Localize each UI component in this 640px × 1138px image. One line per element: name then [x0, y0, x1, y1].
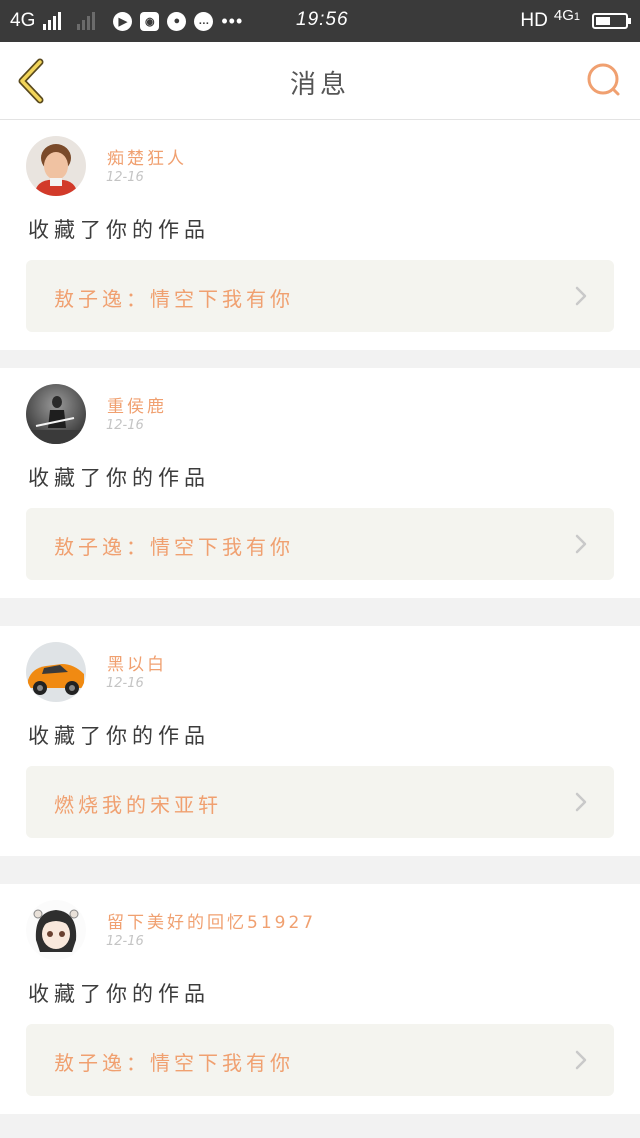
work-link[interactable]: 敖子逸：情空下我有你 — [26, 260, 614, 332]
username[interactable]: 重侯鹿 — [107, 392, 167, 417]
message-date: 12-16 — [106, 934, 144, 949]
chevron-right-icon — [575, 1050, 587, 1070]
battery-icon — [592, 13, 631, 29]
action-text: 收藏了你的作品 — [28, 982, 210, 1006]
anime-avatar-icon — [26, 900, 86, 960]
avatar[interactable] — [26, 136, 86, 196]
page-title: 消息 — [289, 70, 350, 100]
search-icon — [587, 63, 620, 96]
message-card: 留下美好的回忆51927 12-16 收藏了你的作品 敖子逸：情空下我有你 — [0, 884, 640, 1114]
more-notifications-icon: ••• — [221, 10, 244, 31]
network-type: 4G — [10, 10, 36, 31]
chevron-right-icon — [575, 534, 587, 554]
signal-sim2-icon — [77, 12, 96, 30]
action-text: 收藏了你的作品 — [28, 218, 210, 242]
avatar[interactable] — [26, 384, 86, 444]
username[interactable]: 留下美好的回忆51927 — [107, 908, 316, 933]
network-type-right: 4G1 — [553, 6, 580, 24]
wechat-icon: ● — [167, 11, 187, 31]
avatar[interactable] — [26, 642, 86, 702]
status-bar: 4G ▶ ◉ ● … ••• 19:56 HD 4G1 — [0, 0, 640, 42]
work-title: 燃烧我的宋亚轩 — [54, 793, 222, 817]
username[interactable]: 黑以白 — [107, 650, 167, 675]
message-date: 12-16 — [106, 418, 144, 433]
message-date: 12-16 — [106, 676, 144, 691]
work-link[interactable]: 燃烧我的宋亚轩 — [26, 766, 614, 838]
figure-photo-icon — [26, 384, 86, 444]
message-card: 黑以白 12-16 收藏了你的作品 燃烧我的宋亚轩 — [0, 626, 640, 856]
work-title: 敖子逸：情空下我有你 — [54, 535, 294, 559]
child-photo-icon — [26, 136, 86, 196]
hd-indicator: HD — [520, 10, 548, 31]
message-date: 12-16 — [106, 170, 144, 185]
car-photo-icon — [26, 642, 86, 702]
username[interactable]: 痴楚狂人 — [107, 144, 187, 169]
signal-icon — [43, 12, 62, 30]
avatar[interactable] — [26, 900, 86, 960]
video-app-icon: ▶ — [113, 11, 133, 31]
message-card: 痴楚狂人 12-16 收藏了你的作品 敖子逸：情空下我有你 — [0, 120, 640, 350]
action-text: 收藏了你的作品 — [28, 466, 210, 490]
nav-bar: 消息 — [0, 42, 640, 120]
chevron-right-icon — [575, 286, 587, 306]
work-link[interactable]: 敖子逸：情空下我有你 — [26, 508, 614, 580]
work-title: 敖子逸：情空下我有你 — [54, 1051, 294, 1075]
clock: 19:56 — [296, 9, 349, 30]
work-title: 敖子逸：情空下我有你 — [54, 287, 294, 311]
message-card: 重侯鹿 12-16 收藏了你的作品 敖子逸：情空下我有你 — [0, 368, 640, 598]
chevron-right-icon — [575, 792, 587, 812]
browser-app-icon: ◉ — [140, 11, 160, 31]
chat-icon: … — [194, 11, 214, 31]
work-link[interactable]: 敖子逸：情空下我有你 — [26, 1024, 614, 1096]
action-text: 收藏了你的作品 — [28, 724, 210, 748]
search-button[interactable] — [584, 60, 624, 100]
